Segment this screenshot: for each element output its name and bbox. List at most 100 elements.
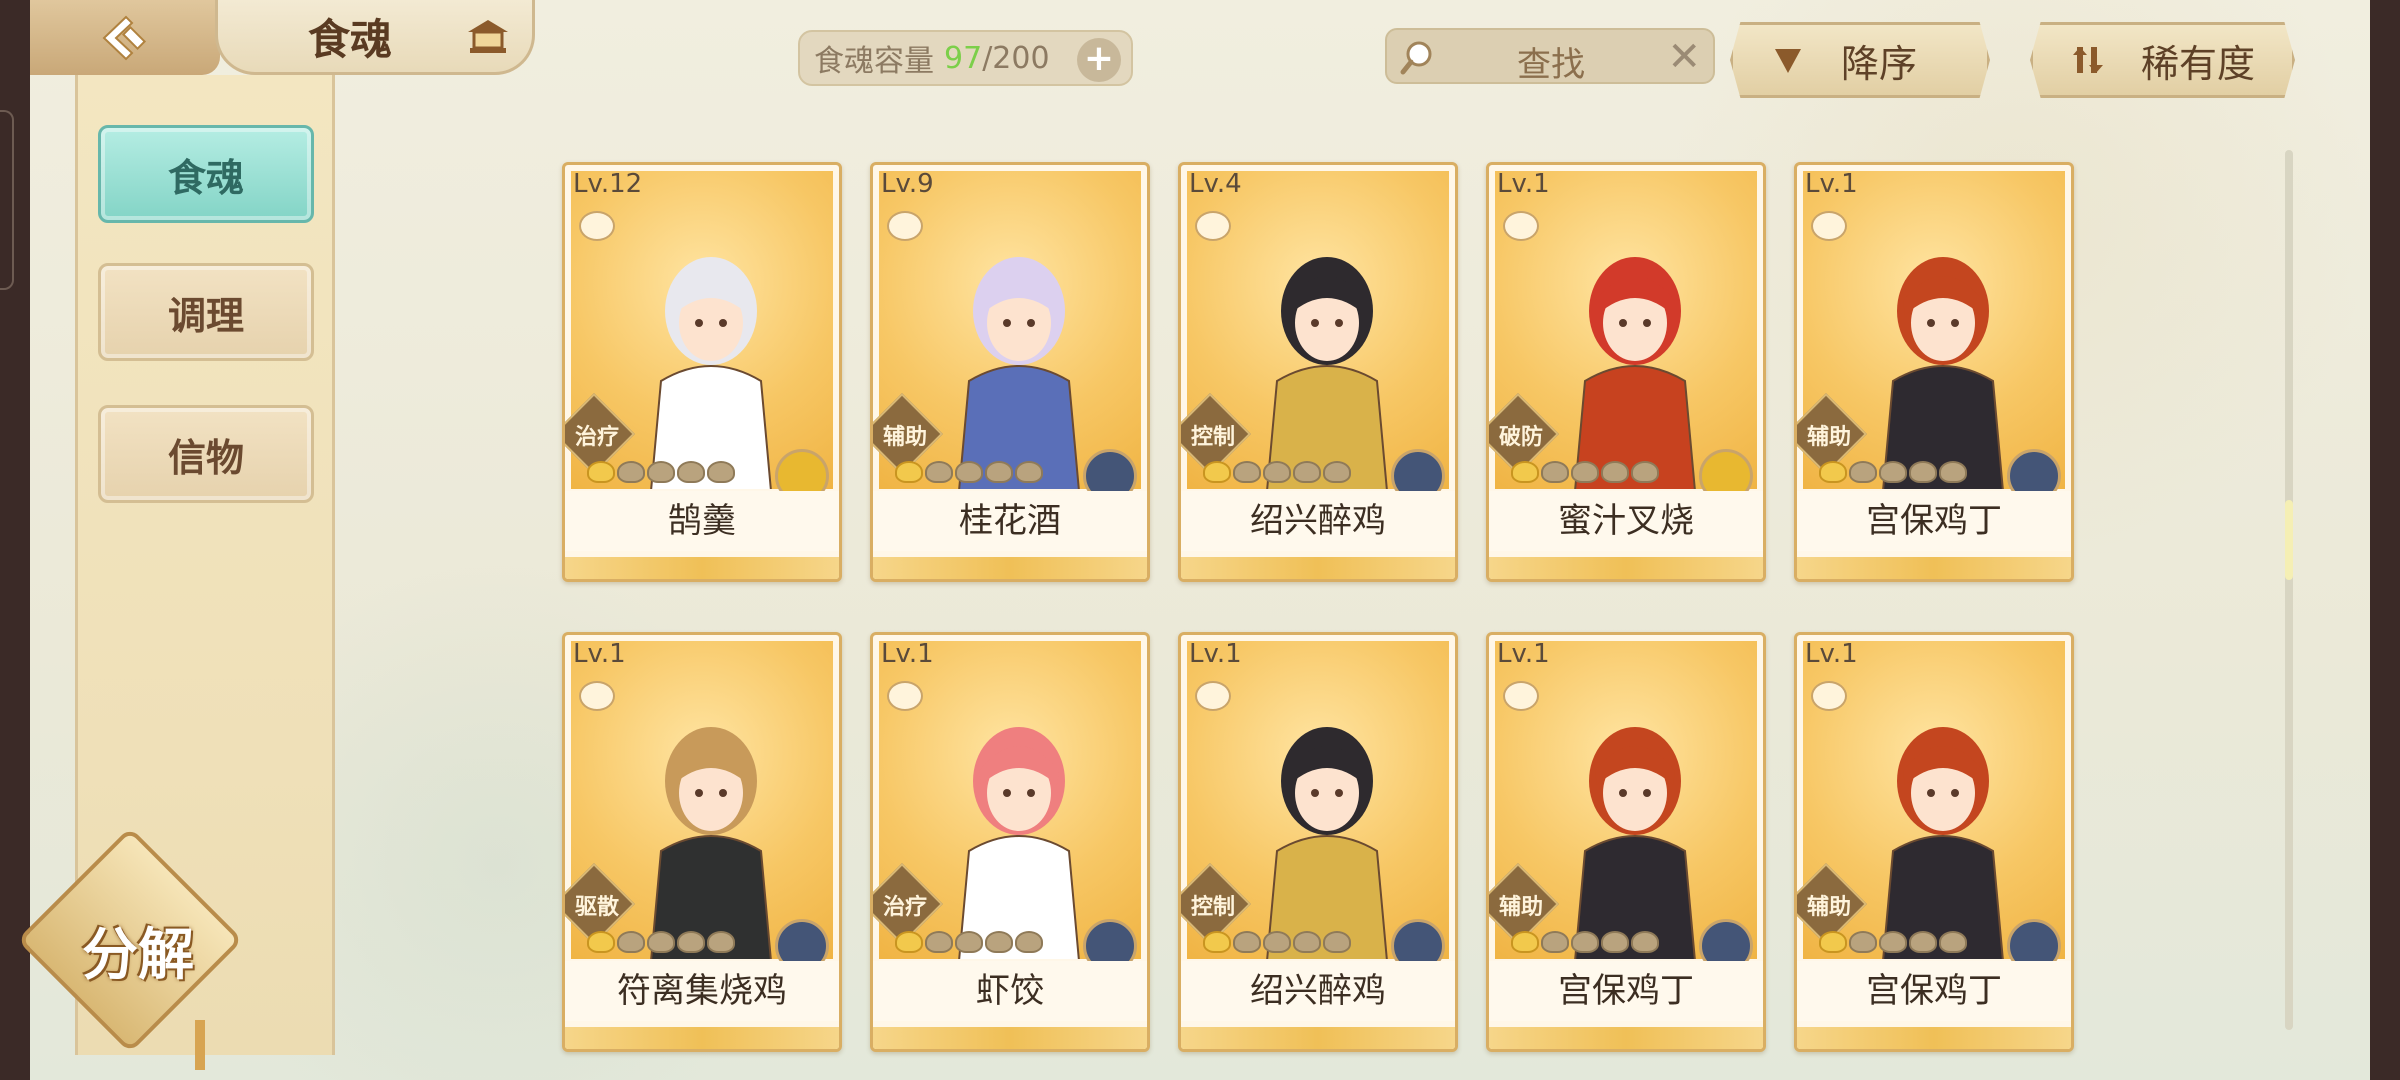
food-soul-card[interactable]: Lv.1 治疗 虾饺 bbox=[870, 632, 1150, 1052]
star-icon bbox=[1631, 461, 1659, 483]
scrollbar[interactable] bbox=[2285, 150, 2293, 1030]
star-rating bbox=[895, 461, 1043, 483]
add-capacity-button[interactable]: + bbox=[1077, 38, 1121, 82]
sidebar-item-label: 信物 bbox=[167, 434, 244, 480]
role-label: 控制 bbox=[1190, 895, 1235, 920]
capacity-display: 食魂容量 97 /200 + bbox=[798, 30, 1133, 86]
star-rating bbox=[1203, 461, 1351, 483]
star-icon bbox=[1819, 931, 1847, 953]
swap-sort-icon bbox=[2073, 47, 2103, 73]
star-icon bbox=[587, 461, 615, 483]
capacity-max: /200 bbox=[982, 40, 1050, 76]
sort-order-button[interactable]: 降序 bbox=[1730, 22, 1990, 98]
character-figure bbox=[1574, 727, 1696, 959]
star-icon bbox=[1571, 931, 1599, 953]
star-icon bbox=[1203, 461, 1231, 483]
role-label: 治疗 bbox=[882, 895, 927, 920]
role-label: 破防 bbox=[1498, 425, 1543, 450]
character-name: 宫保鸡丁 bbox=[1797, 961, 2071, 1021]
pavilion-icon[interactable] bbox=[466, 16, 510, 56]
star-icon bbox=[1939, 931, 1967, 953]
character-name: 桂花酒 bbox=[873, 491, 1147, 551]
character-name: 宫保鸡丁 bbox=[1797, 491, 2071, 551]
sidebar-item-food-souls[interactable]: 食魂 bbox=[98, 125, 314, 223]
star-icon bbox=[955, 931, 983, 953]
level-label: Lv.1 bbox=[573, 639, 626, 669]
star-icon bbox=[647, 461, 675, 483]
level-label: Lv.9 bbox=[881, 169, 934, 199]
star-icon bbox=[895, 931, 923, 953]
food-soul-card[interactable]: Lv.9 辅助 桂花酒 bbox=[870, 162, 1150, 582]
star-icon bbox=[1323, 931, 1351, 953]
level-label: Lv.1 bbox=[1497, 639, 1550, 669]
star-icon bbox=[1263, 931, 1291, 953]
character-figure bbox=[1882, 727, 2004, 959]
star-icon bbox=[1511, 461, 1539, 483]
food-soul-card[interactable]: Lv.12 治疗 鹄羹 bbox=[562, 162, 842, 582]
star-icon bbox=[1511, 931, 1539, 953]
character-figure bbox=[958, 257, 1080, 489]
character-figure bbox=[958, 727, 1080, 959]
star-icon bbox=[1015, 461, 1043, 483]
star-icon bbox=[1939, 461, 1967, 483]
level-label: Lv.1 bbox=[1805, 169, 1858, 199]
star-icon bbox=[985, 931, 1013, 953]
star-rating bbox=[587, 931, 735, 953]
back-arrow-icon bbox=[102, 15, 147, 60]
level-label: Lv.1 bbox=[1805, 639, 1858, 669]
search-input[interactable]: 查找 ✕ bbox=[1385, 28, 1715, 85]
star-icon bbox=[1541, 931, 1569, 953]
sort-by-button[interactable]: 稀有度 bbox=[2030, 22, 2295, 98]
star-icon bbox=[955, 461, 983, 483]
edge-tab bbox=[0, 110, 14, 290]
character-figure bbox=[1266, 257, 1388, 489]
star-icon bbox=[1233, 461, 1261, 483]
star-icon bbox=[1571, 461, 1599, 483]
star-icon bbox=[1263, 461, 1291, 483]
sort-order-label: 降序 bbox=[1841, 41, 1918, 86]
sidebar-item-label: 食魂 bbox=[167, 154, 244, 200]
star-icon bbox=[1601, 931, 1629, 953]
search-icon bbox=[1400, 41, 1432, 75]
sidebar-item-keepsakes[interactable]: 信物 bbox=[98, 405, 314, 503]
level-label: Lv.4 bbox=[1189, 169, 1242, 199]
food-soul-card[interactable]: Lv.4 控制 绍兴醉鸡 bbox=[1178, 162, 1458, 582]
star-icon bbox=[1909, 461, 1937, 483]
scrollbar-thumb[interactable] bbox=[2285, 500, 2293, 580]
bowl-icon bbox=[1811, 681, 1847, 711]
food-soul-card[interactable]: Lv.1 控制 绍兴醉鸡 bbox=[1178, 632, 1458, 1052]
food-soul-card[interactable]: Lv.1 辅助 宫保鸡丁 bbox=[1794, 162, 2074, 582]
food-soul-card[interactable]: Lv.1 辅助 宫保鸡丁 bbox=[1486, 632, 1766, 1052]
card-footer bbox=[1797, 1027, 2071, 1049]
star-icon bbox=[1631, 931, 1659, 953]
food-soul-card[interactable]: Lv.1 辅助宫保鸡丁 bbox=[1794, 632, 2074, 1052]
character-name: 鹄羹 bbox=[565, 491, 839, 551]
page-title: 食魂 bbox=[308, 14, 393, 64]
bowl-icon bbox=[1503, 211, 1539, 241]
capacity-label: 食魂容量 bbox=[814, 44, 934, 79]
star-rating bbox=[1203, 931, 1351, 953]
role-label: 治疗 bbox=[574, 425, 619, 450]
star-icon bbox=[1015, 931, 1043, 953]
sidebar-item-cooking[interactable]: 调理 bbox=[98, 263, 314, 361]
clear-search-icon[interactable]: ✕ bbox=[1667, 34, 1701, 80]
role-label: 辅助 bbox=[1498, 895, 1543, 920]
star-icon bbox=[1879, 931, 1907, 953]
star-icon bbox=[1849, 931, 1877, 953]
star-icon bbox=[677, 931, 705, 953]
star-icon bbox=[895, 461, 923, 483]
character-figure bbox=[650, 257, 772, 489]
card-footer bbox=[873, 557, 1147, 579]
food-soul-card[interactable]: Lv.1 驱散 符离集烧鸡 bbox=[562, 632, 842, 1052]
back-button[interactable] bbox=[30, 0, 220, 75]
star-icon bbox=[647, 931, 675, 953]
star-rating bbox=[1511, 931, 1659, 953]
role-label: 辅助 bbox=[1806, 895, 1851, 920]
star-icon bbox=[1601, 461, 1629, 483]
star-icon bbox=[1819, 461, 1847, 483]
food-soul-card[interactable]: Lv.1 破防 蜜汁叉烧 bbox=[1486, 162, 1766, 582]
character-name: 符离集烧鸡 bbox=[565, 961, 839, 1021]
star-icon bbox=[1879, 461, 1907, 483]
star-icon bbox=[985, 461, 1013, 483]
screen-edge-left bbox=[0, 0, 30, 1080]
